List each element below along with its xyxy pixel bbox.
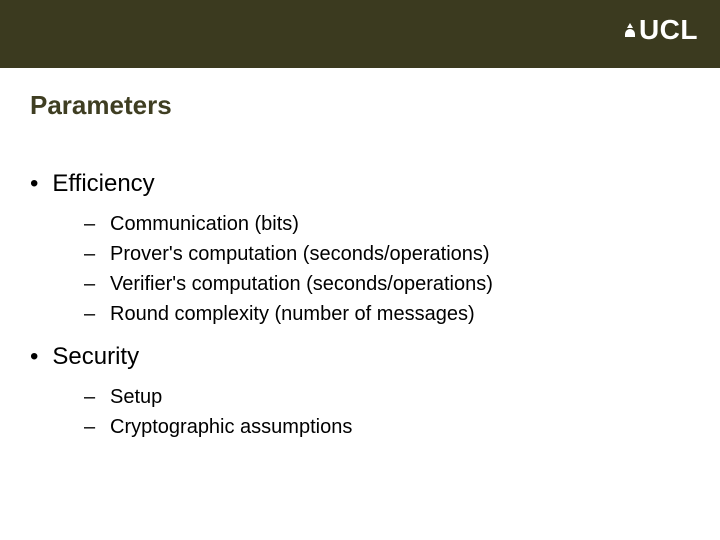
sub-item: – Cryptographic assumptions bbox=[84, 414, 690, 440]
dome-icon bbox=[625, 23, 635, 37]
sub-label: Communication (bits) bbox=[110, 211, 299, 237]
sub-group-security: – Setup – Cryptographic assumptions bbox=[84, 384, 690, 440]
sub-label: Verifier's computation (seconds/operatio… bbox=[110, 271, 493, 297]
slide-content: • Efficiency – Communication (bits) – Pr… bbox=[30, 170, 690, 456]
slide-title: Parameters bbox=[30, 90, 172, 121]
bullet-marker: • bbox=[30, 170, 38, 199]
dash-marker: – bbox=[84, 301, 98, 327]
sub-item: – Setup bbox=[84, 384, 690, 410]
ucl-logo: UCL bbox=[625, 14, 698, 46]
sub-label: Prover's computation (seconds/operations… bbox=[110, 241, 490, 267]
bullet-marker: • bbox=[30, 343, 38, 372]
header-bar: UCL bbox=[0, 0, 720, 68]
sub-label: Round complexity (number of messages) bbox=[110, 301, 475, 327]
sub-item: – Prover's computation (seconds/operatio… bbox=[84, 241, 690, 267]
dash-marker: – bbox=[84, 384, 98, 410]
sub-item: – Verifier's computation (seconds/operat… bbox=[84, 271, 690, 297]
sub-item: – Round complexity (number of messages) bbox=[84, 301, 690, 327]
dash-marker: – bbox=[84, 241, 98, 267]
dash-marker: – bbox=[84, 271, 98, 297]
sub-item: – Communication (bits) bbox=[84, 211, 690, 237]
bullet-label: Security bbox=[52, 343, 139, 372]
sub-label: Cryptographic assumptions bbox=[110, 414, 352, 440]
dash-marker: – bbox=[84, 414, 98, 440]
bullet-security: • Security bbox=[30, 343, 690, 372]
dash-marker: – bbox=[84, 211, 98, 237]
sub-label: Setup bbox=[110, 384, 162, 410]
bullet-label: Efficiency bbox=[52, 170, 154, 199]
sub-group-efficiency: – Communication (bits) – Prover's comput… bbox=[84, 211, 690, 327]
logo-text: UCL bbox=[639, 14, 698, 46]
bullet-efficiency: • Efficiency bbox=[30, 170, 690, 199]
